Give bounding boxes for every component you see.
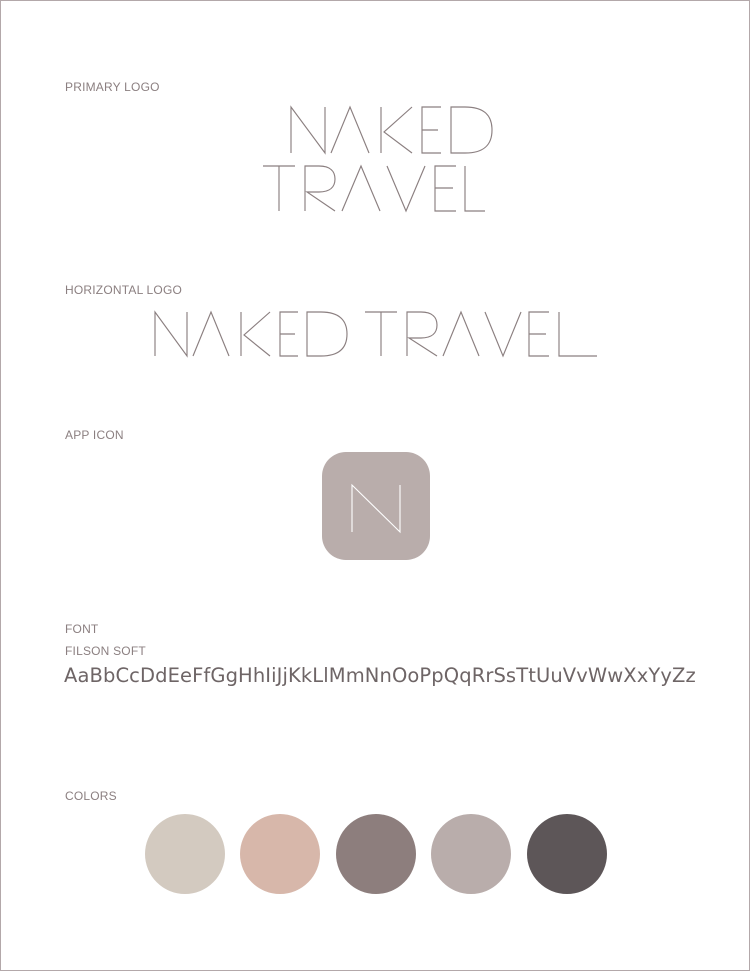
n-monogram-icon <box>351 483 401 534</box>
color-swatch <box>527 814 607 894</box>
brand-style-sheet: PRIMARY LOGO HORIZONTAL LOGO APP ICON FO… <box>0 0 750 971</box>
app-icon <box>322 452 430 560</box>
primary-logo-heading: PRIMARY LOGO <box>65 80 160 94</box>
horizontal-logo-heading: HORIZONTAL LOGO <box>65 283 183 297</box>
font-sample-alphabet: AaBbCcDdEeFfGgHhIiJjKkLlMmNnOoPpQqRrSsTt… <box>64 664 696 687</box>
color-swatch <box>240 814 320 894</box>
colors-heading: COLORS <box>65 789 117 803</box>
color-swatch <box>431 814 511 894</box>
color-swatch <box>145 814 225 894</box>
app-icon-heading: APP ICON <box>65 428 124 442</box>
color-swatch <box>336 814 416 894</box>
horizontal-logo <box>151 306 603 362</box>
font-name: FILSON SOFT <box>65 644 146 658</box>
primary-logo <box>261 101 497 215</box>
font-heading: FONT <box>65 622 99 636</box>
